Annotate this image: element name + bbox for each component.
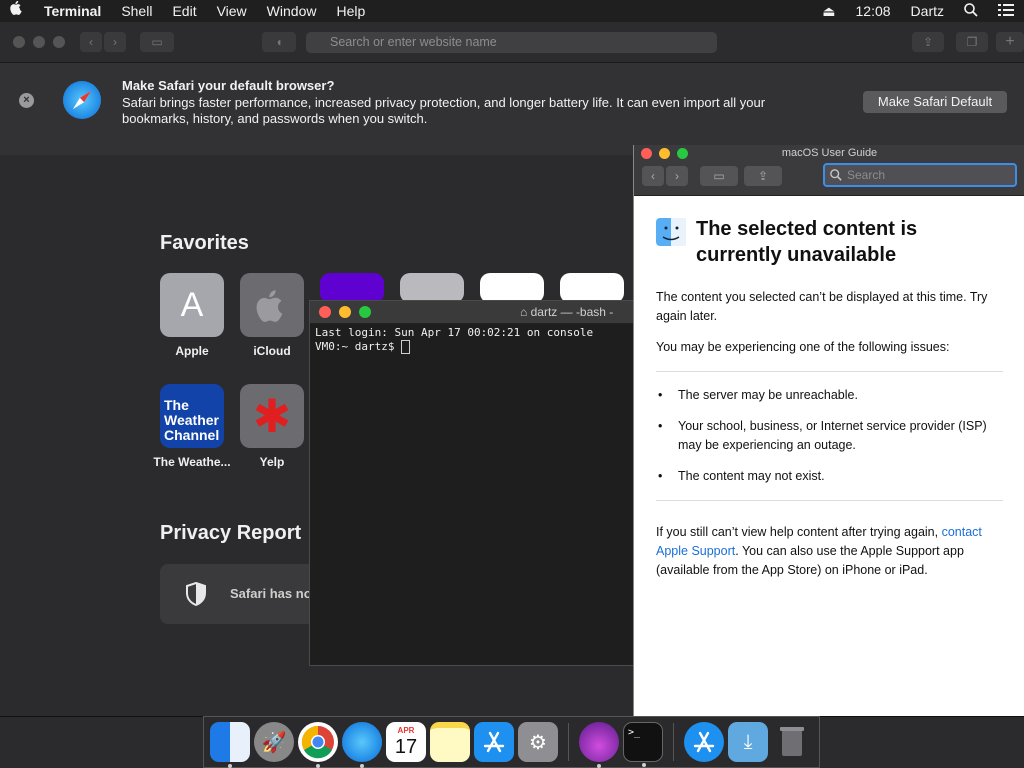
calendar-month: APR [397, 726, 415, 735]
banner-title: Make Safari your default browser? [122, 78, 335, 93]
terminal-prompt-glyph: >_ [628, 727, 641, 738]
new-tab-icon[interactable]: + [996, 32, 1024, 52]
help-sidebar-icon[interactable]: ▭ [700, 166, 738, 186]
eject-icon[interactable]: ⏏ [812, 3, 845, 20]
terminal-last-login: Last login: Sun Apr 17 00:02:21 on conso… [315, 326, 594, 339]
help-toolbar: macOS User Guide ‹ › ▭ ⇪ Search [634, 145, 1024, 196]
privacy-report-text: Safari has no [230, 586, 312, 601]
menu-help[interactable]: Help [326, 3, 375, 19]
control-center-icon[interactable] [988, 3, 1024, 19]
help-search-field[interactable]: Search [823, 163, 1017, 187]
issue-item: Your school, business, or Internet servi… [656, 417, 1003, 455]
share-icon[interactable]: ⇪ [912, 32, 944, 52]
app-store-downloads-icon[interactable] [684, 722, 724, 762]
finder-icon [656, 218, 686, 246]
dock-separator [568, 723, 569, 761]
privacy-report-heading: Privacy Report [160, 522, 302, 544]
dock-separator [673, 723, 674, 761]
tab-overview-icon[interactable]: ❐ [956, 32, 988, 52]
issue-item: The server may be unreachable. [656, 386, 1003, 405]
forward-icon[interactable]: › [104, 32, 126, 52]
system-preferences-icon[interactable]: ⚙ [518, 722, 558, 762]
terminal-icon[interactable]: >_ [623, 722, 663, 767]
terminal-window[interactable]: ⌂ dartz — -bash - Last login: Sun Apr 17… [309, 300, 635, 666]
make-safari-default-button[interactable]: Make Safari Default [863, 91, 1007, 113]
issue-item: The content may not exist. [656, 467, 1003, 486]
calendar-day: 17 [394, 736, 418, 758]
downloads-folder-icon[interactable]: ⤓ [728, 722, 768, 762]
close-banner-icon[interactable]: × [19, 93, 34, 108]
favorite-yelp-label: Yelp [259, 455, 285, 469]
calendar-icon[interactable]: APR 17 [386, 722, 426, 762]
terminal-prompt: VM0:~ dartz$ [315, 340, 402, 353]
menu-window[interactable]: Window [257, 3, 327, 19]
user-name[interactable]: Dartz [901, 3, 954, 19]
apple-menu-icon[interactable] [0, 0, 34, 22]
apple-logo-icon [256, 290, 283, 322]
minimize-window-button[interactable] [33, 36, 45, 48]
help-window-title: macOS User Guide [781, 147, 878, 159]
close-window-button[interactable] [13, 36, 25, 48]
back-icon[interactable]: ‹ [80, 32, 102, 52]
favorite-apple-tile[interactable]: A [160, 273, 224, 337]
divider [656, 371, 1003, 372]
help-back-icon[interactable]: ‹ [642, 166, 664, 186]
safari-icon[interactable] [342, 722, 382, 768]
shield-icon [186, 582, 206, 606]
help-paragraph-2: You may be experiencing one of the follo… [656, 340, 950, 354]
terminal-output[interactable]: Last login: Sun Apr 17 00:02:21 on conso… [310, 324, 634, 356]
spotlight-search-icon[interactable] [954, 2, 988, 20]
favorite-weather-channel-tile[interactable]: The Weather Channel [160, 384, 224, 448]
dock: 🚀 APR 17 ⚙ >_ ⤓ [203, 716, 820, 768]
help-viewer-window: macOS User Guide ‹ › ▭ ⇪ Search The sele… [633, 145, 1024, 716]
terminal-title: ⌂ dartz — -bash - [520, 305, 614, 319]
menu-view[interactable]: View [207, 3, 257, 19]
notes-icon[interactable] [430, 722, 470, 762]
safari-compass-icon [63, 81, 101, 119]
help-content: The selected content is currently unavai… [634, 196, 1024, 580]
terminal-close-button[interactable] [319, 306, 331, 318]
address-bar[interactable]: Search or enter website name [306, 32, 717, 53]
favorite-tile-6[interactable] [560, 273, 624, 303]
terminal-titlebar[interactable]: ⌂ dartz — -bash - [310, 301, 634, 324]
help-heading: The selected content is currently unavai… [696, 218, 918, 266]
favorite-icloud-tile[interactable] [240, 273, 304, 337]
favorite-apple-label: Apple [175, 344, 209, 358]
zoom-window-button[interactable] [53, 36, 65, 48]
favorite-weather-channel-label: The Weathe... [153, 455, 231, 469]
banner-text: Safari brings faster performance, increa… [122, 95, 766, 126]
sidebar-icon[interactable]: ▭ [140, 32, 174, 52]
favorite-tile-4[interactable] [400, 273, 464, 303]
help-share-icon[interactable]: ⇪ [744, 166, 782, 186]
help-paragraph-1: The content you selected can’t be displa… [656, 290, 988, 323]
installer-icon[interactable] [579, 722, 619, 768]
terminal-minimize-button[interactable] [339, 306, 351, 318]
menu-shell[interactable]: Shell [111, 3, 162, 19]
clock[interactable]: 12:08 [846, 3, 901, 19]
launchpad-icon[interactable]: 🚀 [254, 722, 294, 762]
privacy-shield-icon[interactable]: ◖ [262, 32, 296, 52]
divider [656, 500, 1003, 501]
safari-toolbar: ‹ › ▭ ◖ Search or enter website name ⇪ ❐… [0, 22, 1024, 63]
favorite-tile-3[interactable] [320, 273, 384, 303]
default-browser-banner: × Make Safari your default browser? Safa… [0, 63, 1024, 155]
terminal-cursor [401, 340, 411, 354]
favorite-yelp-tile[interactable]: ✱ [240, 384, 304, 448]
app-menu-terminal[interactable]: Terminal [34, 3, 111, 19]
app-store-icon[interactable] [474, 722, 514, 762]
chrome-icon[interactable] [298, 722, 338, 768]
menu-bar: Terminal Shell Edit View Window Help ⏏ 1… [0, 0, 1024, 22]
terminal-zoom-button[interactable] [359, 306, 371, 318]
favorites-heading: Favorites [160, 232, 249, 254]
favorite-tile-5[interactable] [480, 273, 544, 303]
home-icon: ⌂ [520, 305, 528, 319]
help-paragraph-3: If you still can’t view help content aft… [656, 525, 982, 577]
search-icon [830, 169, 842, 181]
favorite-icloud-label: iCloud [253, 344, 291, 358]
help-forward-icon[interactable]: › [666, 166, 688, 186]
finder-icon[interactable] [210, 722, 250, 768]
menu-edit[interactable]: Edit [162, 3, 206, 19]
trash-icon[interactable] [772, 722, 812, 762]
